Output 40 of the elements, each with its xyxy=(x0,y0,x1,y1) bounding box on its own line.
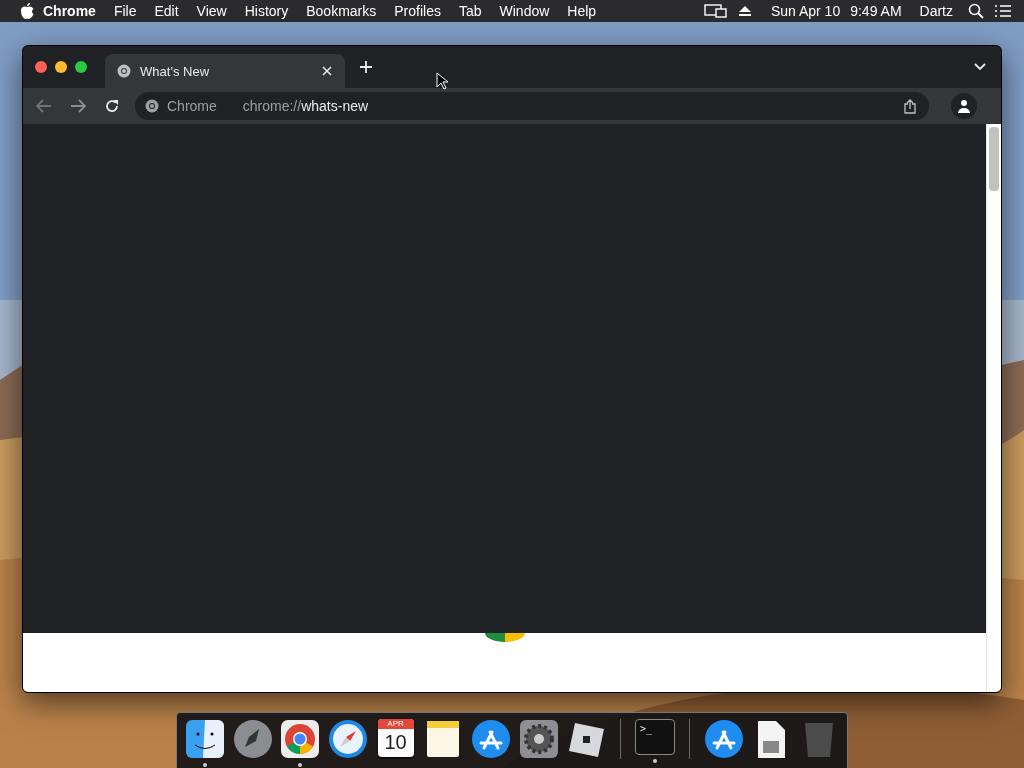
search-icon[interactable] xyxy=(968,3,984,19)
menu-item[interactable]: View xyxy=(187,3,236,19)
list-icon[interactable] xyxy=(994,4,1012,18)
menu-item[interactable]: Bookmarks xyxy=(297,3,386,19)
calendar-icon[interactable]: APR 10 xyxy=(377,719,414,757)
eject-icon[interactable] xyxy=(737,5,752,17)
site-label: Chrome xyxy=(167,98,217,114)
menu-item[interactable]: Edit xyxy=(145,3,188,19)
scrollbar[interactable] xyxy=(986,124,1001,692)
date-text[interactable]: Sun Apr 10 xyxy=(765,3,846,19)
menu-item[interactable]: Window xyxy=(490,3,559,19)
minimize-button[interactable] xyxy=(55,61,67,73)
menu-item[interactable]: Help xyxy=(558,3,606,19)
app-menu[interactable]: Chrome xyxy=(34,3,105,19)
terminal-icon[interactable]: >_ xyxy=(635,719,676,755)
chrome-logo-icon xyxy=(484,633,525,642)
display-icon[interactable] xyxy=(703,3,728,19)
tab-title: What’s New xyxy=(140,63,211,79)
app-store-icon[interactable] xyxy=(470,719,511,759)
apple-icon[interactable] xyxy=(20,3,34,19)
compass-icon[interactable] xyxy=(327,719,368,759)
cursor-icon xyxy=(436,72,448,90)
close-button[interactable] xyxy=(35,61,47,73)
new-tab-plus-icon[interactable] xyxy=(359,60,373,74)
reload-icon[interactable] xyxy=(104,98,120,114)
address-bar[interactable]: Chrome chrome://whats-new xyxy=(135,92,929,120)
zoom-button[interactable] xyxy=(75,61,87,73)
menu-item[interactable]: Tab xyxy=(449,3,491,19)
gear-icon[interactable] xyxy=(518,719,559,759)
finder-icon[interactable] xyxy=(184,719,225,759)
menu-item[interactable]: History xyxy=(235,3,298,19)
user-name[interactable]: Dartz xyxy=(914,3,958,19)
browser-tab[interactable]: What’s New xyxy=(105,54,345,88)
share-icon[interactable] xyxy=(901,97,919,115)
profile-avatar[interactable] xyxy=(951,93,977,119)
app-store-icon[interactable] xyxy=(703,719,744,759)
clock-text[interactable]: 9:49 AM xyxy=(845,3,907,19)
url-text: chrome://whats-new xyxy=(242,98,370,114)
menu-item[interactable]: Profiles xyxy=(385,3,450,19)
menu-item[interactable]: File xyxy=(104,3,146,19)
